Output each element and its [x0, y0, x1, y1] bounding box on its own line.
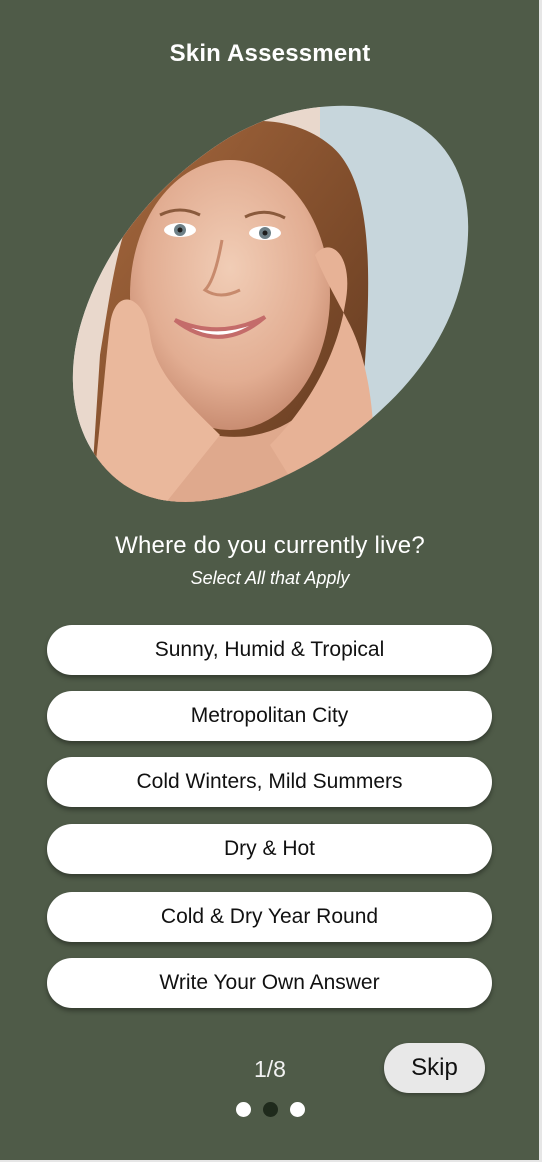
- option-cold-winters-mild-summers[interactable]: Cold Winters, Mild Summers: [47, 757, 492, 807]
- page-dot-active[interactable]: [262, 1102, 278, 1117]
- page-title: Skin Assessment: [169, 40, 371, 67]
- question-hint: Select All that Apply: [190, 568, 350, 588]
- option-cold-dry-year-round[interactable]: Cold & Dry Year Round: [47, 892, 492, 942]
- option-write-own-answer[interactable]: Write Your Own Answer: [47, 958, 492, 1008]
- page-dots: [0, 1102, 540, 1117]
- hero-photo: [70, 105, 470, 510]
- assessment-screen: Skin Assessment Where do you currently l…: [0, 0, 542, 1162]
- skip-button[interactable]: Skip: [384, 1043, 485, 1093]
- option-sunny-humid-tropical[interactable]: Sunny, Humid & Tropical: [47, 625, 492, 675]
- question-text: Where do you currently live?: [115, 532, 425, 559]
- page-dot[interactable]: [235, 1102, 251, 1117]
- page-dot[interactable]: [289, 1102, 305, 1117]
- answer-options: Sunny, Humid & Tropical Metropolitan Cit…: [47, 625, 492, 1024]
- option-dry-hot[interactable]: Dry & Hot: [47, 824, 492, 874]
- option-metropolitan-city[interactable]: Metropolitan City: [47, 691, 492, 741]
